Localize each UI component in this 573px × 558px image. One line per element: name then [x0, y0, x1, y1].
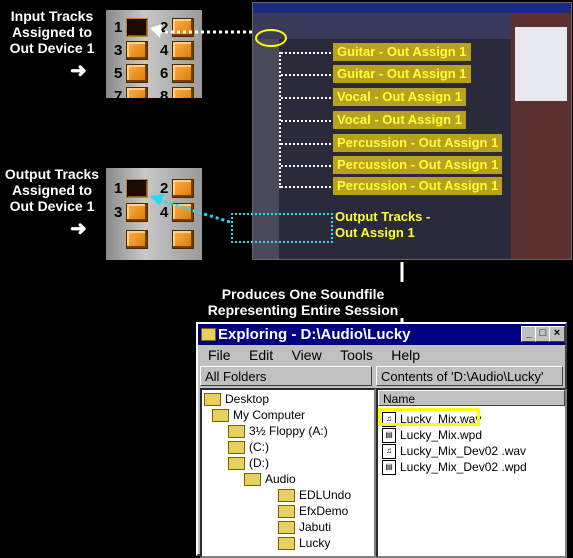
menu-edit[interactable]: Edit — [249, 347, 273, 363]
desktop-icon — [204, 393, 221, 407]
contents-header: Contents of 'D:\Audio\Lucky' — [376, 366, 563, 386]
explorer-title-bar: Exploring - D:\Audio\Lucky _ □ × — [198, 324, 565, 345]
tree-item-audio[interactable]: Audio — [244, 472, 296, 487]
folder-icon — [278, 521, 295, 535]
output-arrow-head — [150, 194, 164, 206]
produces-caption: Produces One Soundfile Representing Enti… — [207, 286, 399, 318]
highlight-box — [378, 408, 480, 426]
file-item[interactable]: ▤ Lucky_Mix_Dev02 .wpd — [382, 460, 527, 476]
menu-bar: File Edit View Tools Help — [198, 345, 565, 365]
tree-item-lucky[interactable]: Lucky — [278, 536, 330, 551]
drive-icon — [228, 441, 245, 455]
floppy-icon — [228, 425, 245, 439]
tree-item-desktop[interactable]: Desktop — [204, 392, 269, 407]
wpd-file-icon: ▤ — [382, 428, 396, 444]
close-button[interactable]: × — [549, 326, 565, 342]
menu-view[interactable]: View — [292, 347, 322, 363]
tree-item-edlundo[interactable]: EDLUndo — [278, 488, 351, 503]
folder-icon — [278, 505, 295, 519]
input-arrow-head — [150, 24, 162, 38]
menu-tools[interactable]: Tools — [340, 347, 373, 363]
wpd-file-icon: ▤ — [382, 460, 396, 476]
explorer-window: Exploring - D:\Audio\Lucky _ □ × File Ed… — [196, 322, 567, 558]
name-column-header[interactable]: Name — [378, 390, 565, 406]
window-title: Exploring - D:\Audio\Lucky — [218, 326, 411, 343]
open-folder-icon — [278, 537, 295, 551]
file-list: Name ♫ Lucky_Mix.wav ▤ Lucky_Mix.wpd ♫ Luck… — [376, 388, 567, 558]
output-arrow — [157, 198, 231, 224]
folder-icon — [201, 328, 216, 341]
folder-icon — [278, 489, 295, 503]
folder-tree: Desktop My Computer 3½ Floppy (A:) (C:) … — [200, 388, 376, 558]
tree-item-d-drive[interactable]: (D:) — [228, 456, 269, 471]
drive-icon — [228, 457, 245, 471]
tree-item-floppy[interactable]: 3½ Floppy (A:) — [228, 424, 328, 439]
folder-icon — [244, 473, 261, 487]
computer-icon — [212, 409, 229, 423]
menu-help[interactable]: Help — [391, 347, 420, 363]
wav-file-icon: ♫ — [382, 444, 396, 460]
menu-file[interactable]: File — [208, 347, 231, 363]
file-item[interactable]: ♫ Lucky_Mix_Dev02 .wav — [382, 444, 526, 460]
all-folders-header: All Folders — [200, 366, 372, 386]
tree-item-my-computer[interactable]: My Computer — [212, 408, 305, 423]
tree-item-c-drive[interactable]: (C:) — [228, 440, 269, 455]
file-item[interactable]: ▤ Lucky_Mix.wpd — [382, 428, 482, 444]
tree-item-jabuti[interactable]: Jabuti — [278, 520, 331, 535]
tree-item-efxdemo[interactable]: EfxDemo — [278, 504, 348, 519]
